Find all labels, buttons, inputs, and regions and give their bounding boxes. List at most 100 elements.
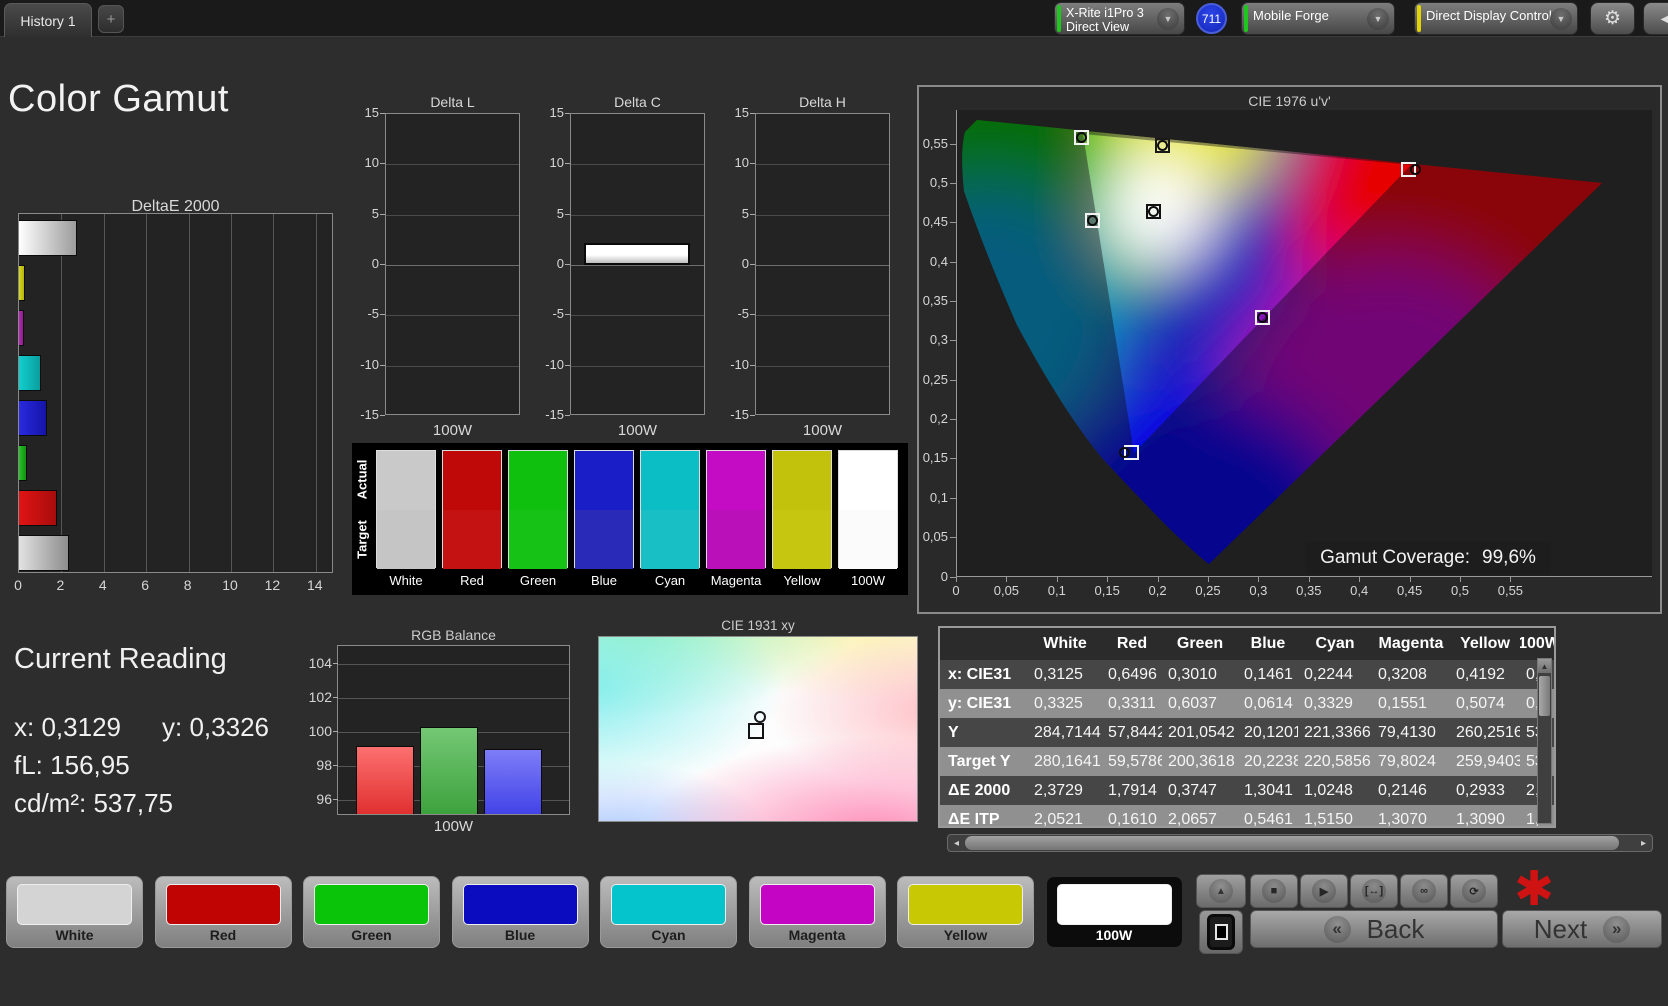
pattern-color-patch: [462, 884, 578, 925]
meter-dropdown[interactable]: X-Rite i1Pro 3 Direct View ▼: [1054, 2, 1185, 35]
gridline: [756, 265, 889, 266]
range-button[interactable]: [↔]: [1350, 874, 1398, 908]
gridline: [103, 214, 105, 572]
table-vertical-scrollbar[interactable]: ▲: [1537, 658, 1552, 824]
axis-tick-label: 0: [14, 577, 22, 593]
current-reading-title: Current Reading: [14, 643, 227, 675]
table-cell: 0,3125: [1034, 665, 1083, 683]
table-horizontal-scrollbar[interactable]: ◂ ▸: [947, 834, 1653, 852]
play-button[interactable]: ▶: [1300, 874, 1348, 908]
workflow-dropdown[interactable]: Direct Display Control ▼: [1414, 2, 1578, 35]
pattern-button-label: Blue: [504, 927, 536, 943]
axis-tick-label: 0,3: [929, 332, 948, 348]
tick-mark: [950, 340, 956, 342]
plot-area: [755, 113, 890, 415]
swatch-actual: [377, 451, 435, 510]
tick-mark: [1258, 577, 1260, 582]
tick-mark: [950, 497, 956, 499]
pattern-button-magenta[interactable]: Magenta: [748, 876, 886, 948]
gridline: [571, 365, 704, 367]
table-cell: 200,3618: [1168, 752, 1235, 770]
chart-title: Delta C: [614, 94, 661, 110]
stop-button[interactable]: ■: [1250, 874, 1298, 908]
tab-history-1[interactable]: History 1: [4, 3, 92, 37]
scroll-up-arrow-icon[interactable]: ▲: [1538, 659, 1551, 673]
pattern-window-button[interactable]: [1199, 910, 1243, 954]
range-icon: [↔]: [1362, 879, 1386, 903]
tick-mark: [750, 163, 755, 165]
source-dropdown[interactable]: Mobile Forge ▼: [1241, 2, 1395, 35]
calibration-asterisk-icon: ✱: [1514, 863, 1555, 916]
axis-tick-label: 0: [952, 583, 960, 598]
table-row: ΔE 2000 2,3729 1,7914 0,3747 1,3041 1,0248 0,2…: [940, 776, 1554, 805]
axis-tick-label: 0,2: [1148, 583, 1167, 598]
axis-tick-label: -5: [367, 306, 379, 322]
gamut-measured-point-white: [1148, 205, 1160, 217]
pattern-button-red[interactable]: Red: [154, 876, 292, 948]
back-chevrons-icon: «: [1323, 915, 1351, 943]
refresh-button[interactable]: ⟳: [1450, 874, 1498, 908]
swatch-target: [509, 510, 567, 569]
tick-mark: [750, 113, 755, 114]
tick-mark: [380, 415, 385, 416]
meter-count-badge[interactable]: 711: [1196, 3, 1227, 34]
axis-tick-label: 10: [364, 155, 379, 171]
scroll-left-arrow-icon[interactable]: ◂: [949, 836, 964, 850]
pattern-button-yellow[interactable]: Yellow: [897, 876, 1034, 948]
pattern-button-white[interactable]: White: [6, 876, 143, 948]
axis-tick-label: 0,45: [1396, 583, 1423, 598]
axis-tick-label: 102: [308, 689, 332, 705]
add-tab-button[interactable]: +: [98, 5, 124, 33]
next-button[interactable]: Next »: [1502, 910, 1662, 948]
table-cell: 2,3729: [1034, 781, 1083, 799]
axis-tick-label: 0,1: [929, 489, 948, 505]
table-cell: 0,3329: [1304, 694, 1353, 712]
page-title: Color Gamut: [8, 78, 229, 120]
table-cell: 0,2933: [1456, 781, 1505, 799]
table-row: ΔE ITP 2,0521 0,1610 2,0657 0,5461 1,5150 1,30…: [940, 805, 1554, 826]
tick-mark: [380, 213, 385, 215]
reading-fl: fL: 156,95: [14, 750, 130, 780]
swatch-actual: [707, 451, 765, 510]
table-row: Target Y 280,1641 59,5786 200,3618 20,2238 22…: [940, 747, 1554, 776]
axis-tick-label: 96: [316, 791, 332, 807]
pattern-button-label: Cyan: [651, 927, 686, 943]
gridline: [338, 698, 569, 699]
axis-tick-label: 5: [371, 205, 379, 221]
pattern-color-patch: [611, 884, 726, 925]
gridline: [756, 164, 889, 166]
chart-title: Delta H: [799, 94, 846, 110]
tick-mark: [956, 577, 957, 582]
play-icon: ▶: [1312, 879, 1336, 903]
swatch-target: [575, 510, 633, 569]
scroll-right-arrow-icon[interactable]: ▸: [1636, 836, 1651, 850]
reading-x: x: 0,3129: [14, 712, 121, 742]
tick-mark: [333, 765, 338, 766]
tick-mark: [333, 731, 338, 732]
collapse-panel-button[interactable]: ◀: [1643, 2, 1668, 35]
scrollbar-thumb[interactable]: [1539, 676, 1550, 716]
pattern-button-blue[interactable]: Blue: [451, 876, 589, 948]
gridline: [386, 214, 519, 216]
app-window: History 1 + X-Rite i1Pro 3 Direct View ▼ …: [0, 0, 1668, 1006]
table-cell: 0,3747: [1168, 781, 1217, 799]
pattern-button-100w[interactable]: 100W: [1045, 876, 1183, 948]
back-label: Back: [1366, 913, 1425, 944]
chevron-down-icon: ▼: [1550, 7, 1572, 30]
panel-up-button[interactable]: ▲: [1196, 874, 1246, 908]
axis-tick-label: 0,55: [1497, 583, 1524, 598]
pattern-button-green[interactable]: Green: [303, 876, 440, 948]
actual-row-label: Actual: [354, 459, 370, 500]
display-icon: [1207, 914, 1235, 950]
scrollbar-thumb[interactable]: [965, 836, 1619, 850]
pattern-button-cyan[interactable]: Cyan: [600, 876, 737, 948]
actual-target-swatch-strip: Actual Target White Red Green Blue Cyan Magenta…: [352, 443, 908, 595]
table-cell: 220,5856: [1304, 752, 1371, 770]
table-row: y: CIE31 0,3325 0,3311 0,6037 0,0614 0,3329 0,…: [940, 689, 1554, 718]
back-button[interactable]: « Back: [1250, 910, 1498, 948]
tick-mark: [1308, 577, 1310, 582]
axis-tick-label: -5: [552, 306, 564, 322]
loop-button[interactable]: ∞: [1400, 874, 1448, 908]
tick-mark: [750, 264, 755, 265]
settings-button[interactable]: ⚙: [1590, 2, 1635, 35]
